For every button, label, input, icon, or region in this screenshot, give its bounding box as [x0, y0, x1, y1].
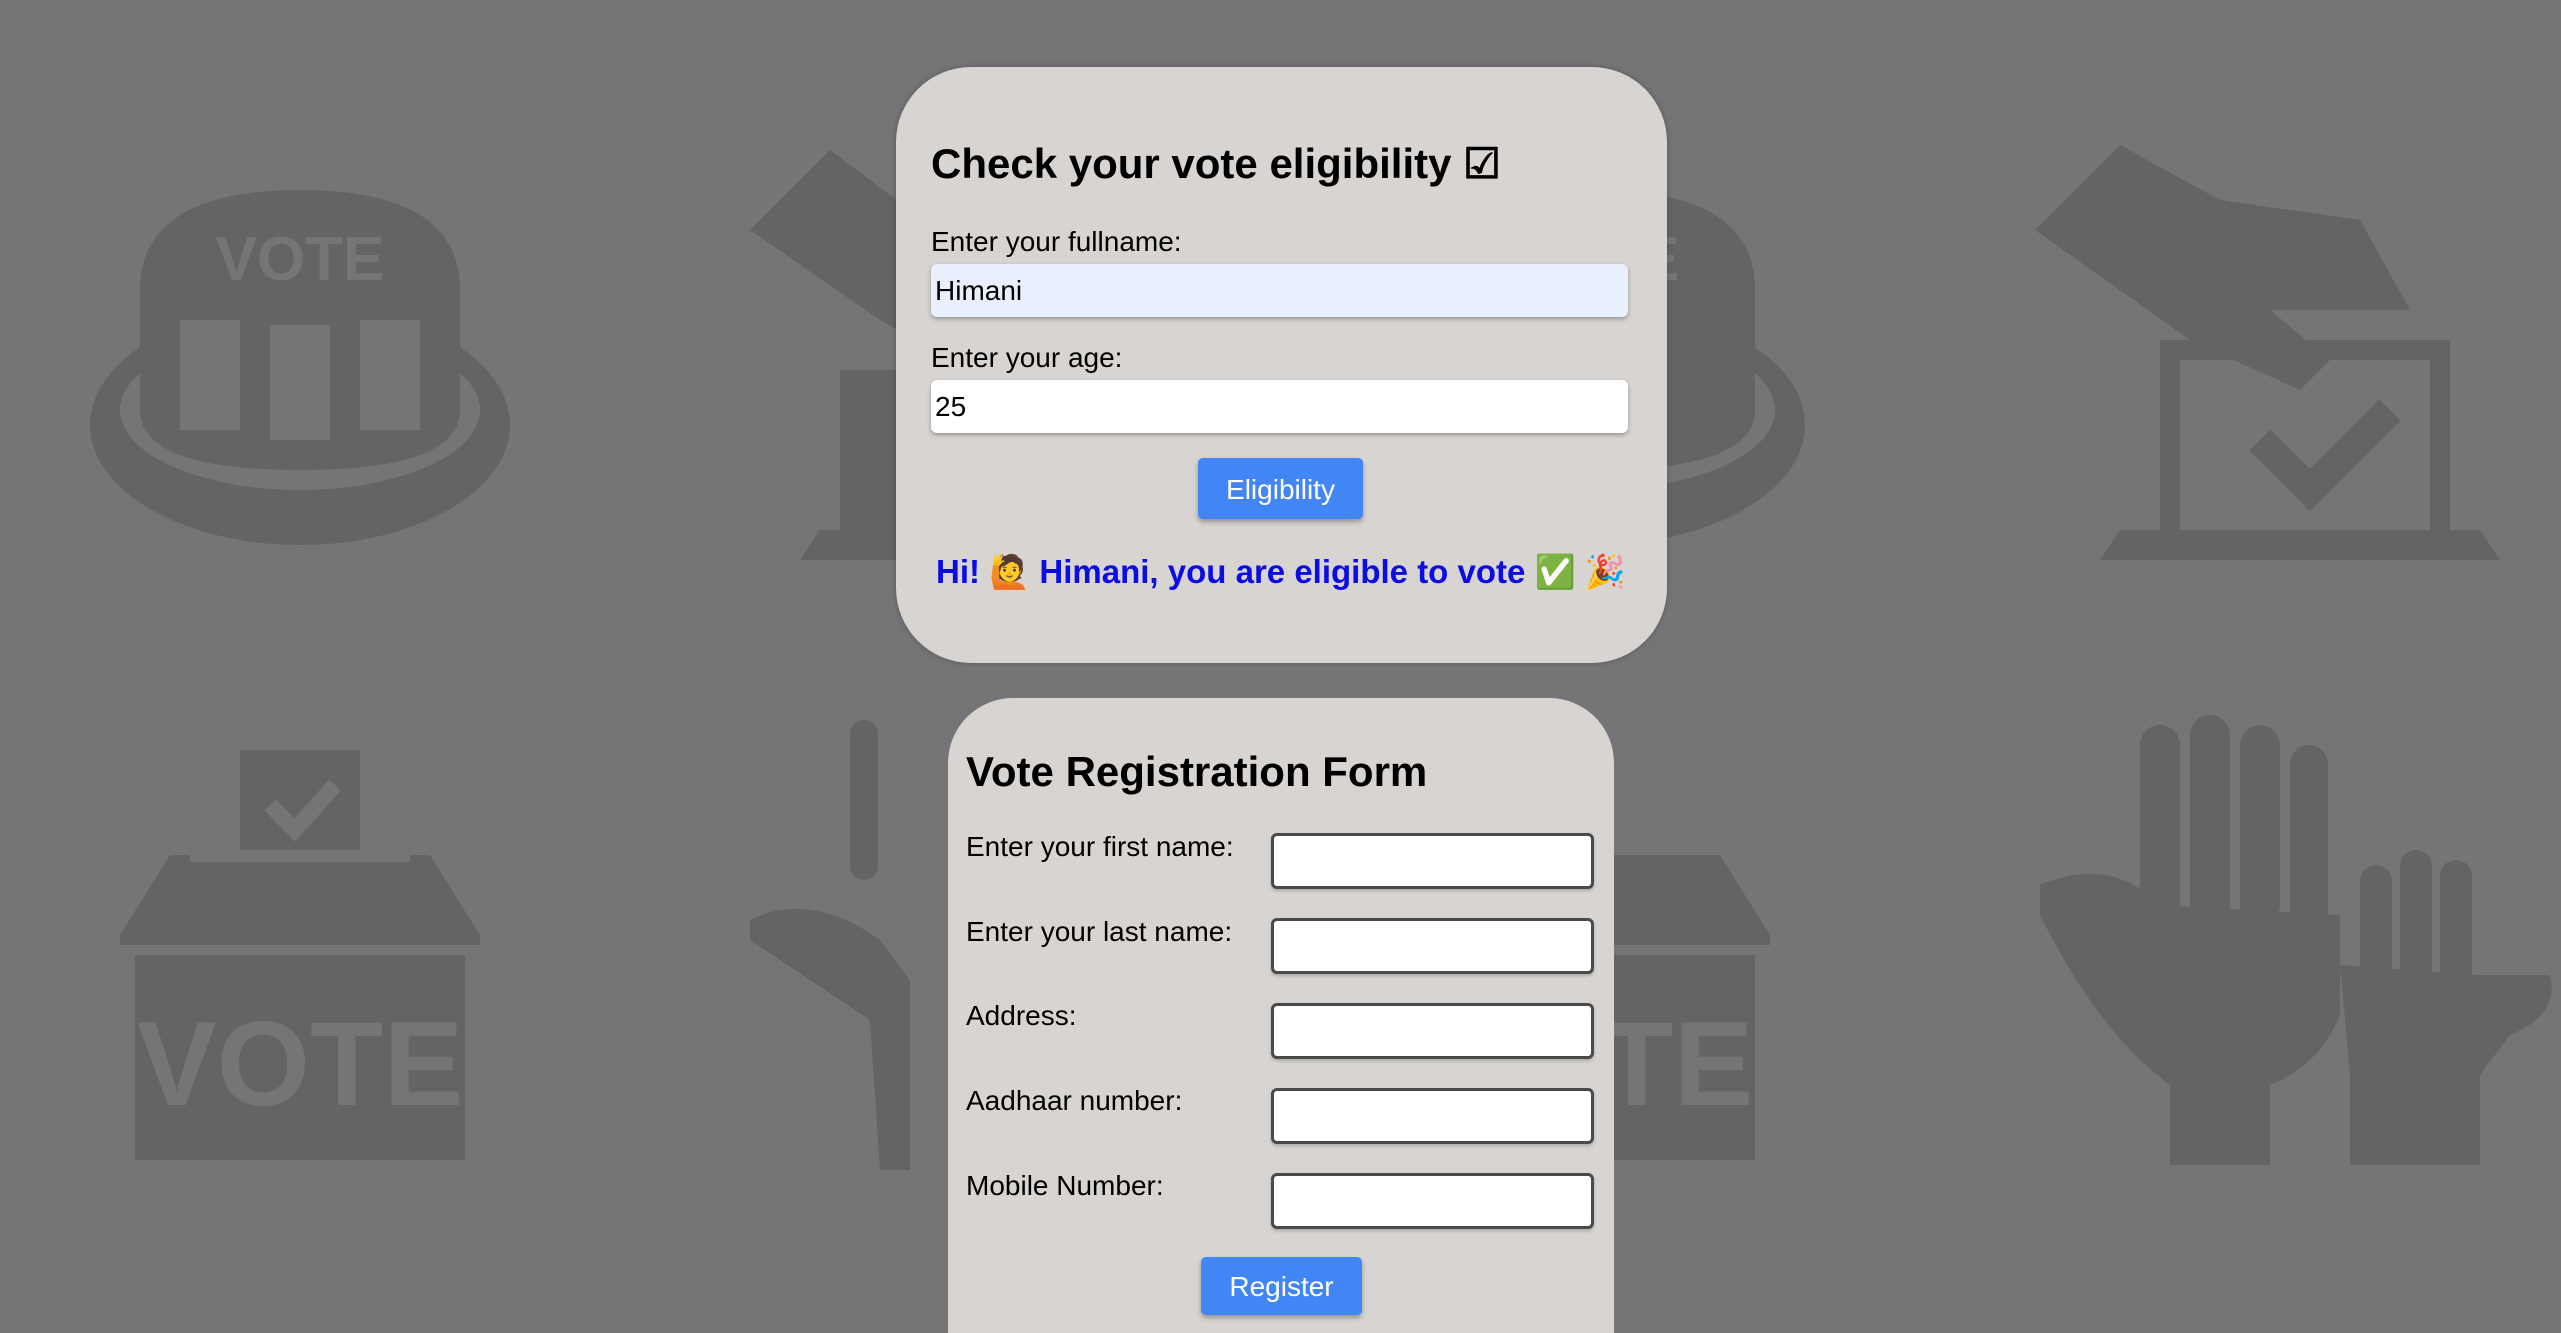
raised-hands-icon [2040, 715, 2552, 1165]
registration-card: Vote Registration Form Enter your first … [948, 698, 1614, 1333]
vote-button-icon: VOTE [90, 190, 510, 545]
mobile-number-label: Mobile Number: [966, 1170, 1164, 1201]
eligibility-result-message: Hi! 🙋 Himani, you are eligible to vote ✅… [936, 553, 1626, 590]
last-name-label: Enter your last name: [966, 916, 1233, 947]
aadhaar-input[interactable] [1271, 1088, 1594, 1144]
registration-title: Vote Registration Form [966, 748, 1428, 795]
first-name-input[interactable] [1271, 833, 1594, 889]
register-button[interactable]: Register [1201, 1257, 1362, 1315]
eligibility-title: Check your vote eligibility ☑ [931, 140, 1501, 187]
fullname-input[interactable] [931, 264, 1628, 317]
ballot-box-icon: VOTE [120, 750, 480, 1160]
eligibility-card: Check your vote eligibility ☑ Enter your… [896, 67, 1667, 663]
age-input[interactable] [931, 380, 1628, 433]
fullname-label: Enter your fullname: [931, 226, 1182, 257]
last-name-input[interactable] [1271, 918, 1594, 974]
eligibility-button[interactable]: Eligibility [1198, 458, 1363, 519]
address-label: Address: [966, 1000, 1077, 1031]
aadhaar-label: Aadhaar number: [966, 1085, 1183, 1116]
mobile-number-input[interactable] [1271, 1173, 1594, 1229]
svg-text:VOTE: VOTE [216, 225, 385, 294]
address-input[interactable] [1271, 1003, 1594, 1059]
hand-ballot-icon [2035, 145, 2500, 560]
age-label: Enter your age: [931, 342, 1123, 373]
svg-text:VOTE: VOTE [137, 997, 464, 1131]
first-name-label: Enter your first name: [966, 831, 1234, 862]
